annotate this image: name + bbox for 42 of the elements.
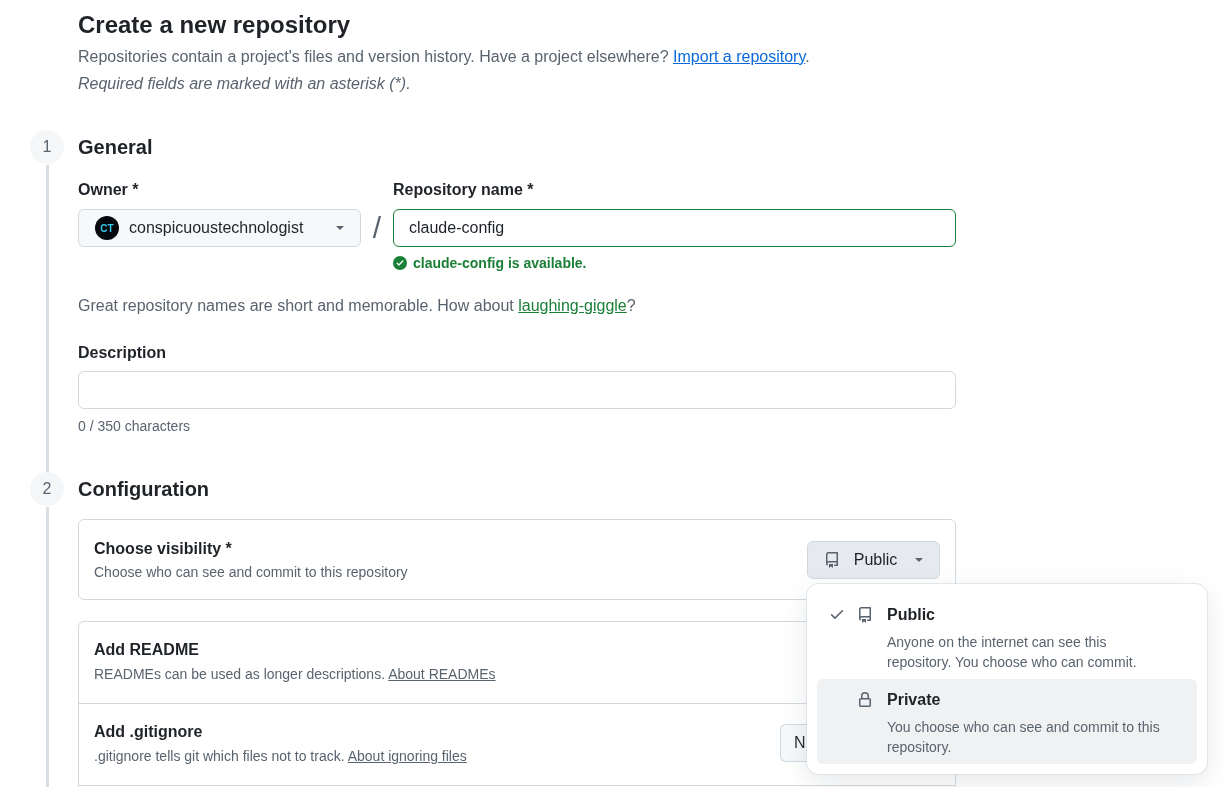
setting-description: Choose who can see and commit to this repository (94, 563, 408, 582)
help-link[interactable]: About ignoring files (347, 748, 467, 764)
lock-icon (859, 692, 871, 707)
option-title: Public (887, 604, 936, 625)
setting-description: .gitignore tells git which files not to track. About ignoring files (94, 747, 467, 766)
visibility-button[interactable]: Public (807, 540, 940, 579)
path-separator: / (371, 210, 383, 246)
gitignore-button[interactable]: N (780, 724, 807, 762)
menu-option[interactable]: Private You choose who can see and commit to this repository. (817, 678, 1197, 764)
description-input[interactable] (78, 371, 956, 409)
setting-title: Add .gitignore (94, 722, 204, 742)
section-title: General (78, 135, 154, 160)
book-icon (826, 551, 838, 568)
setting-description: READMEs can be used as longer descriptions. About READMEs (94, 665, 496, 684)
field-label: Owner * (78, 180, 140, 200)
setting-title: Choose visibility * (94, 539, 233, 559)
step-number: 2 (30, 472, 64, 506)
help-link[interactable]: About READMEs (388, 666, 496, 682)
step-number: 1 (30, 130, 64, 164)
status-message: claude-config is available. (413, 254, 587, 273)
required-note: Required fields are marked with an asterisk (*). (78, 74, 412, 94)
intro-text: Repositories contain a project's files and version history. Have a project elsewhere? Import a repository. (78, 47, 811, 67)
setting-title: Add README (94, 640, 200, 660)
field-label: Repository name * (393, 180, 535, 200)
import-link[interactable]: Import a repository (673, 48, 806, 65)
option-title: Private (887, 689, 942, 710)
owner-dropdown[interactable]: CT conspicuoustechnologist (78, 209, 361, 247)
option-description: You choose who can see and commit to this repository. (887, 717, 1161, 757)
suggestion-link[interactable]: laughing-giggle (518, 297, 627, 314)
book-icon (859, 606, 871, 623)
owner-avatar: CT (95, 216, 119, 240)
check-icon (831, 610, 843, 619)
field-label: Description (78, 343, 167, 363)
name-hint: Great repository names are short and memorable. How about laughing-giggle? (78, 296, 637, 316)
page-title: Create a new repository (78, 10, 352, 40)
character-counter: 0 / 350 characters (78, 417, 192, 436)
section-title: Configuration (78, 477, 211, 502)
caret-icon (915, 557, 923, 562)
option-description: Anyone on the internet can see this repository. You choose who can commit. (887, 632, 1138, 672)
menu-option[interactable]: Public Anyone on the internet can see this repository. You choose who can commit. (817, 593, 1197, 679)
caret-icon (336, 226, 344, 230)
repository-name-input[interactable]: claude-config (393, 209, 956, 247)
